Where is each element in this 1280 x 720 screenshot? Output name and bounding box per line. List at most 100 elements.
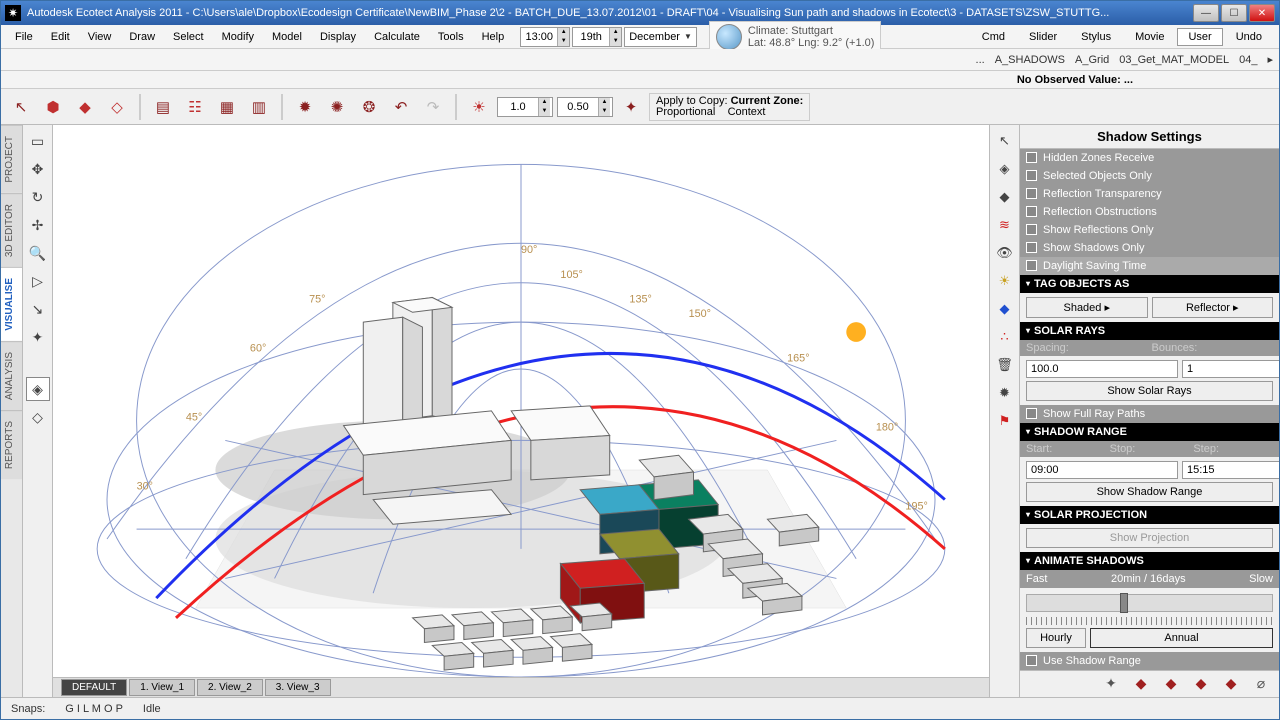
bt-book4-icon[interactable]: ◆	[1219, 672, 1243, 696]
bounces-input[interactable]	[1182, 360, 1279, 378]
minimize-button[interactable]: —	[1193, 4, 1219, 22]
tool-layer2-icon[interactable]: ☷	[181, 93, 209, 121]
menu-help[interactable]: Help	[474, 28, 513, 46]
bt-camera-icon[interactable]: ⌀	[1249, 672, 1273, 696]
tool-axes-icon[interactable]: ✦	[617, 93, 645, 121]
opt-refl-obstr[interactable]: Reflection Obstructions	[1020, 203, 1279, 221]
rtool-poly-icon[interactable]: ◆	[993, 185, 1017, 209]
tool-gear3-icon[interactable]: ❂	[355, 93, 383, 121]
day-input[interactable]: ▲▼	[572, 27, 622, 47]
tag-04[interactable]: 04_	[1239, 54, 1257, 66]
bt-target-icon[interactable]: ✦	[1099, 672, 1123, 696]
tag-grid[interactable]: A_Grid	[1075, 54, 1109, 66]
reflector-button[interactable]: Reflector ▸	[1152, 297, 1274, 318]
ltool-plane-icon[interactable]: ▭	[26, 129, 50, 153]
tool-gear2-icon[interactable]: ✺	[323, 93, 351, 121]
section-animate[interactable]: ANIMATE SHADOWS	[1020, 552, 1279, 570]
menu-tools[interactable]: Tools	[430, 28, 472, 46]
opt-refl-trans[interactable]: Reflection Transparency	[1020, 185, 1279, 203]
annual-button[interactable]: Annual	[1090, 628, 1273, 648]
rtool-blue-icon[interactable]: ◆	[993, 297, 1017, 321]
opt-selected-only[interactable]: Selected Objects Only	[1020, 167, 1279, 185]
rtool-rays-icon[interactable]: ≋	[993, 213, 1017, 237]
view-tab-1[interactable]: 1. View_1	[129, 679, 195, 696]
maximize-button[interactable]: ☐	[1221, 4, 1247, 22]
opt-dst[interactable]: Daylight Saving Time	[1020, 257, 1279, 275]
scale1-input[interactable]: ▲▼	[497, 97, 553, 117]
bt-book3-icon[interactable]: ◆	[1189, 672, 1213, 696]
tab-undo[interactable]: Undo	[1225, 28, 1273, 46]
arrow-right-icon[interactable]: ▸	[1267, 53, 1273, 66]
tool-layer1-icon[interactable]: ▤	[149, 93, 177, 121]
start-input[interactable]	[1026, 461, 1178, 479]
shaded-button[interactable]: Shaded ▸	[1026, 297, 1148, 318]
menu-view[interactable]: View	[80, 28, 120, 46]
show-proj-button[interactable]: Show Projection	[1026, 528, 1273, 548]
tab-user[interactable]: User	[1177, 28, 1222, 46]
menu-modify[interactable]: Modify	[214, 28, 262, 46]
tool-cube3-icon[interactable]: ◇	[103, 93, 131, 121]
section-tag-objects[interactable]: TAG OBJECTS AS	[1020, 275, 1279, 293]
speed-slider[interactable]	[1026, 594, 1273, 612]
menu-calculate[interactable]: Calculate	[366, 28, 428, 46]
tag-dots[interactable]: ...	[976, 54, 985, 66]
tag-getmat[interactable]: 03_Get_MAT_MODEL	[1119, 54, 1229, 66]
rtool-eye-icon[interactable]: 👁	[993, 241, 1017, 265]
time-field[interactable]	[521, 31, 557, 43]
ltool-box-icon[interactable]: ◈	[26, 377, 50, 401]
tool-redo-icon[interactable]: ↷	[419, 93, 447, 121]
ltool-target-icon[interactable]: ✦	[26, 325, 50, 349]
month-select[interactable]: December ▼	[624, 27, 697, 47]
vtab-3deditor[interactable]: 3D EDITOR	[1, 193, 22, 267]
vtab-project[interactable]: PROJECT	[1, 125, 22, 193]
opt-hidden-zones[interactable]: Hidden Zones Receive	[1020, 149, 1279, 167]
tab-slider[interactable]: Slider	[1018, 28, 1068, 46]
ltool-pan-icon[interactable]: ✢	[26, 213, 50, 237]
tool-undo-icon[interactable]: ↶	[387, 93, 415, 121]
vtab-analysis[interactable]: ANALYSIS	[1, 341, 22, 410]
rtool-gear-icon[interactable]: ✹	[993, 381, 1017, 405]
section-solar-rays[interactable]: SOLAR RAYS	[1020, 322, 1279, 340]
vtab-visualise[interactable]: VISUALISE	[1, 267, 22, 341]
ltool-move-icon[interactable]: ✥	[26, 157, 50, 181]
bt-book2-icon[interactable]: ◆	[1159, 672, 1183, 696]
ltool-rotate-icon[interactable]: ↻	[26, 185, 50, 209]
show-rays-button[interactable]: Show Solar Rays	[1026, 381, 1273, 401]
bt-book1-icon[interactable]: ◆	[1129, 672, 1153, 696]
rtool-trash-icon[interactable]: 🗑	[993, 353, 1017, 377]
rtool-sun-icon[interactable]: ☀	[993, 269, 1017, 293]
menu-draw[interactable]: Draw	[121, 28, 163, 46]
ltool-measure-icon[interactable]: ↘	[26, 297, 50, 321]
scale2-input[interactable]: ▲▼	[557, 97, 613, 117]
section-shadow-range[interactable]: SHADOW RANGE	[1020, 423, 1279, 441]
section-solar-proj[interactable]: SOLAR PROJECTION	[1020, 506, 1279, 524]
tool-layer3-icon[interactable]: ▦	[213, 93, 241, 121]
stop-input[interactable]	[1182, 461, 1279, 479]
tool-cube1-icon[interactable]: ⬢	[39, 93, 67, 121]
opt-refl-only[interactable]: Show Reflections Only	[1020, 221, 1279, 239]
3d-viewport[interactable]: 30° 45° 60° 75° 90° 105° 135° 150° 165° …	[53, 125, 989, 677]
tool-gear1-icon[interactable]: ✹	[291, 93, 319, 121]
spacing-input[interactable]	[1026, 360, 1178, 378]
hourly-button[interactable]: Hourly	[1026, 628, 1086, 648]
menu-select[interactable]: Select	[165, 28, 212, 46]
close-button[interactable]: ✕	[1249, 4, 1275, 22]
tool-cube2-icon[interactable]: ◆	[71, 93, 99, 121]
day-field[interactable]	[573, 31, 609, 43]
tool-sun-icon[interactable]: ☀	[465, 93, 493, 121]
rtool-cube-icon[interactable]: ◈	[993, 157, 1017, 181]
view-tab-3[interactable]: 3. View_3	[265, 679, 331, 696]
view-tab-2[interactable]: 2. View_2	[197, 679, 263, 696]
view-tab-default[interactable]: DEFAULT	[61, 679, 127, 696]
tab-stylus[interactable]: Stylus	[1070, 28, 1122, 46]
ltool-zoom-icon[interactable]: 🔍	[26, 241, 50, 265]
rtool-flag-icon[interactable]: ⚑	[993, 409, 1017, 433]
climate-info[interactable]: Climate: Stuttgart Lat: 48.8° Lng: 9.2° …	[709, 21, 882, 53]
tool-pointer-icon[interactable]: ↖	[7, 93, 35, 121]
time-input[interactable]: ▲▼	[520, 27, 570, 47]
rtool-scatter-icon[interactable]: ∴	[993, 325, 1017, 349]
tag-shadows[interactable]: A_SHADOWS	[995, 54, 1065, 66]
menu-display[interactable]: Display	[312, 28, 364, 46]
opt-full-ray[interactable]: Show Full Ray Paths	[1020, 405, 1279, 423]
show-range-button[interactable]: Show Shadow Range	[1026, 482, 1273, 502]
